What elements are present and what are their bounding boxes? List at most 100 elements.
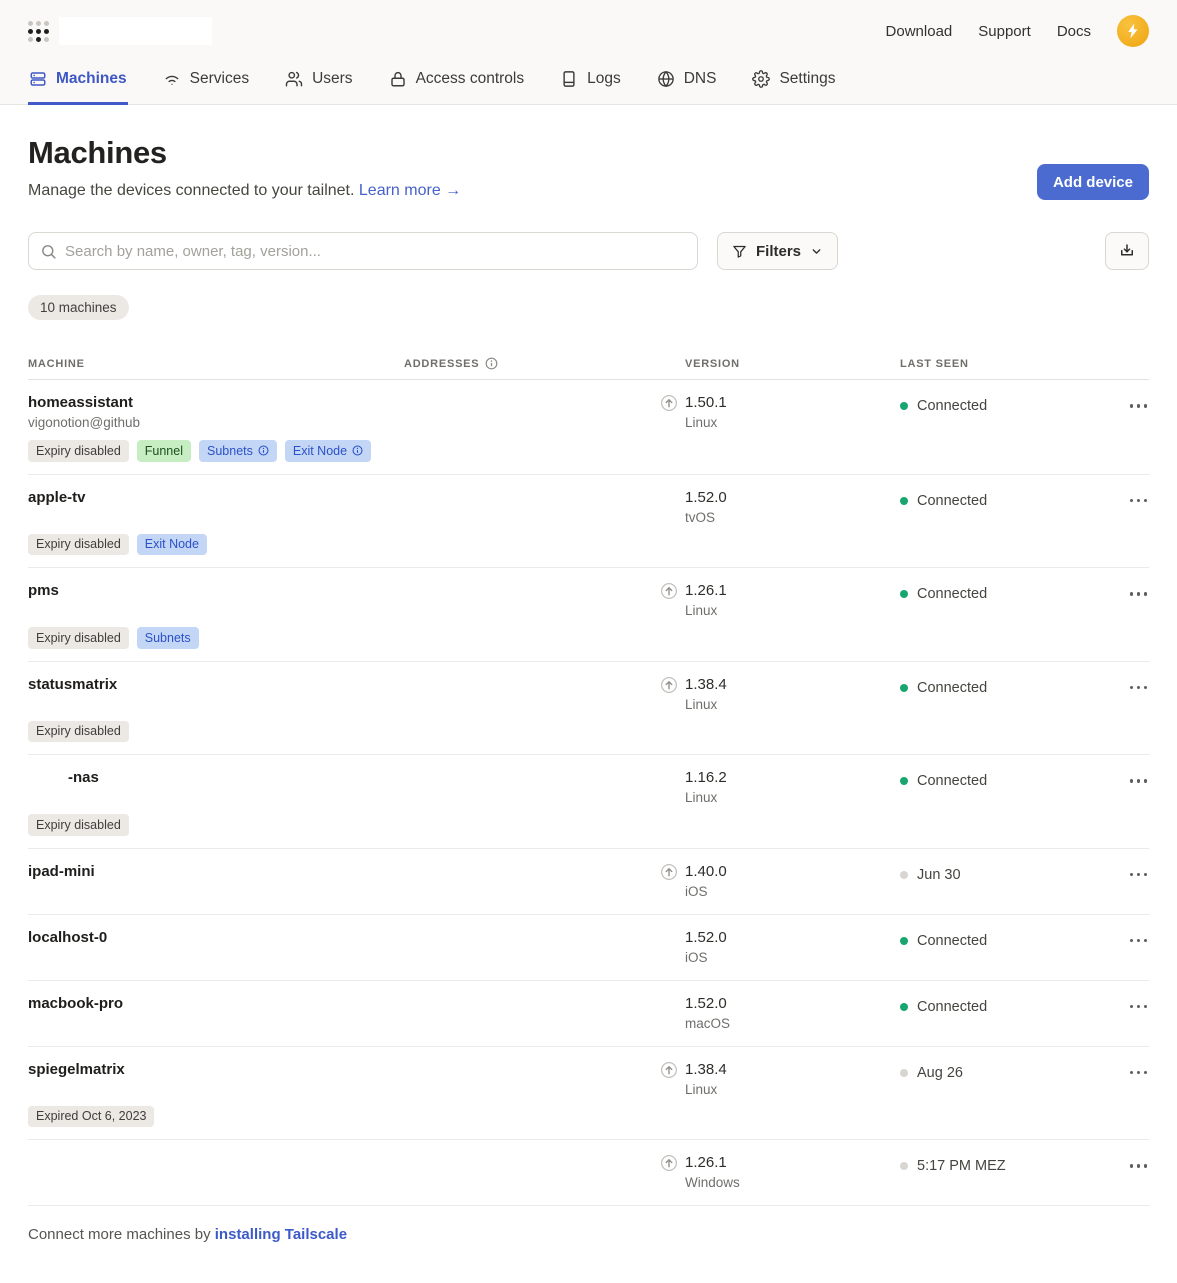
last-seen-cell: Connected	[900, 994, 1105, 1034]
support-link[interactable]: Support	[978, 23, 1031, 40]
machine-last-seen: Connected	[917, 773, 987, 790]
update-available-icon	[660, 393, 678, 462]
row-menu-button[interactable]	[1128, 1158, 1150, 1193]
docs-link[interactable]: Docs	[1057, 23, 1091, 40]
last-seen-cell: Jun 30	[900, 862, 1105, 902]
info-icon	[352, 445, 363, 456]
machine-last-seen: Connected	[917, 398, 987, 415]
download-icon	[1118, 242, 1136, 260]
table-row: statusmatrix Expiry disabled 1.38.4 Linu…	[28, 662, 1149, 756]
update-available-icon	[660, 488, 678, 556]
version-cell: 1.38.4 Linux	[660, 675, 900, 743]
machine-name[interactable]: localhost-0	[28, 928, 404, 948]
last-seen-cell: Connected	[900, 488, 1105, 556]
row-menu-button[interactable]	[1128, 680, 1150, 743]
badge-expiry-disabled: Expiry disabled	[28, 534, 129, 556]
update-available-icon	[660, 1060, 678, 1128]
user-avatar[interactable]	[1117, 15, 1149, 47]
info-icon[interactable]	[485, 357, 498, 370]
download-link[interactable]: Download	[886, 23, 953, 40]
machine-last-seen: Connected	[917, 586, 987, 603]
tab-settings[interactable]: Settings	[751, 62, 836, 105]
machine-name[interactable]: statusmatrix	[28, 675, 404, 695]
badge-funnel: Funnel	[137, 440, 191, 462]
tab-services[interactable]: Services	[162, 62, 250, 105]
tab-label: Settings	[779, 70, 835, 88]
search-input[interactable]	[65, 243, 686, 260]
export-machines-button[interactable]	[1105, 232, 1149, 270]
machine-owner: vigonotion@github	[28, 413, 404, 433]
update-available-icon	[660, 1153, 678, 1193]
machine-os: macOS	[685, 1014, 730, 1034]
row-menu-button[interactable]	[1128, 493, 1150, 556]
page-title: Machines	[28, 135, 461, 171]
filters-button[interactable]: Filters	[717, 232, 838, 270]
machine-os: Linux	[685, 601, 727, 621]
machine-last-seen: Connected	[917, 933, 987, 950]
installing-tailscale-link[interactable]: installing Tailscale	[215, 1226, 347, 1243]
update-available-icon	[660, 862, 678, 902]
machine-badges: Expiry disabled	[28, 721, 404, 743]
search-box[interactable]	[28, 232, 698, 270]
machines-icon	[29, 70, 47, 88]
row-menu-button[interactable]	[1128, 867, 1150, 902]
machine-last-seen: Connected	[917, 999, 987, 1016]
row-menu-button[interactable]	[1128, 933, 1150, 968]
primary-nav: Machines Services Users Acces	[0, 62, 1177, 105]
update-available-icon	[660, 928, 678, 968]
addresses-cell	[404, 928, 660, 968]
status-dot	[900, 1003, 908, 1011]
column-addresses: Addresses	[404, 357, 660, 370]
row-menu-button[interactable]	[1128, 999, 1150, 1034]
addresses-cell	[404, 675, 660, 743]
tab-access-controls[interactable]: Access controls	[388, 62, 526, 105]
machine-name[interactable]	[28, 1153, 404, 1173]
row-menu-button[interactable]	[1128, 773, 1150, 836]
machine-version: 1.26.1	[685, 581, 727, 601]
machine-name[interactable]: macbook-pro	[28, 994, 404, 1014]
machine-cell: ipad-mini	[28, 862, 404, 902]
badge-expiry-disabled: Expiry disabled	[28, 814, 129, 836]
badge-exit-node: Exit Node	[285, 440, 371, 462]
row-menu-button[interactable]	[1128, 1065, 1150, 1128]
machine-os: iOS	[685, 948, 727, 968]
tab-users[interactable]: Users	[284, 62, 353, 105]
addresses-cell	[404, 488, 660, 556]
learn-more-link[interactable]: Learn more →	[359, 182, 461, 199]
tab-dns[interactable]: DNS	[656, 62, 718, 105]
machine-version: 1.38.4	[685, 1060, 727, 1080]
machine-badges: Expiry disabled Exit Node	[28, 534, 404, 556]
machine-version: 1.50.1	[685, 393, 727, 413]
column-last-seen: Last seen	[900, 357, 1105, 370]
row-menu-button[interactable]	[1128, 586, 1150, 649]
addresses-cell	[404, 862, 660, 902]
machine-owner	[28, 788, 404, 807]
machine-name[interactable]: -nas	[28, 768, 404, 788]
tailscale-logo-icon[interactable]	[28, 21, 49, 42]
filters-label: Filters	[756, 243, 801, 260]
machine-badges: Expired Oct 6, 2023	[28, 1106, 404, 1128]
machine-os: Windows	[685, 1173, 740, 1193]
machine-name[interactable]: apple-tv	[28, 488, 404, 508]
tab-machines[interactable]: Machines	[28, 62, 128, 105]
machine-name[interactable]: homeassistant	[28, 393, 404, 413]
subtitle-text: Manage the devices connected to your tai…	[28, 182, 354, 199]
table-row: 1.26.1 Windows 5:17 PM MEZ	[28, 1140, 1149, 1206]
tailnet-name-redacted	[59, 17, 212, 45]
update-available-icon	[660, 581, 678, 649]
page-footer: Connect more machines by installing Tail…	[0, 1206, 1177, 1283]
machine-last-seen: Aug 26	[917, 1065, 963, 1082]
add-device-button[interactable]: Add device	[1037, 164, 1149, 200]
status-dot	[900, 684, 908, 692]
badge-expiry-disabled: Expiry disabled	[28, 440, 129, 462]
tab-logs[interactable]: Logs	[559, 62, 622, 105]
machine-name[interactable]: pms	[28, 581, 404, 601]
machine-owner	[28, 695, 404, 714]
machine-name[interactable]: ipad-mini	[28, 862, 404, 882]
gear-icon	[752, 70, 770, 88]
version-cell: 1.26.1 Windows	[660, 1153, 900, 1193]
row-menu-button[interactable]	[1128, 398, 1150, 462]
machine-name[interactable]: spiegelmatrix	[28, 1060, 404, 1080]
badge-exit-node: Exit Node	[137, 534, 207, 556]
version-cell: 1.16.2 Linux	[660, 768, 900, 836]
